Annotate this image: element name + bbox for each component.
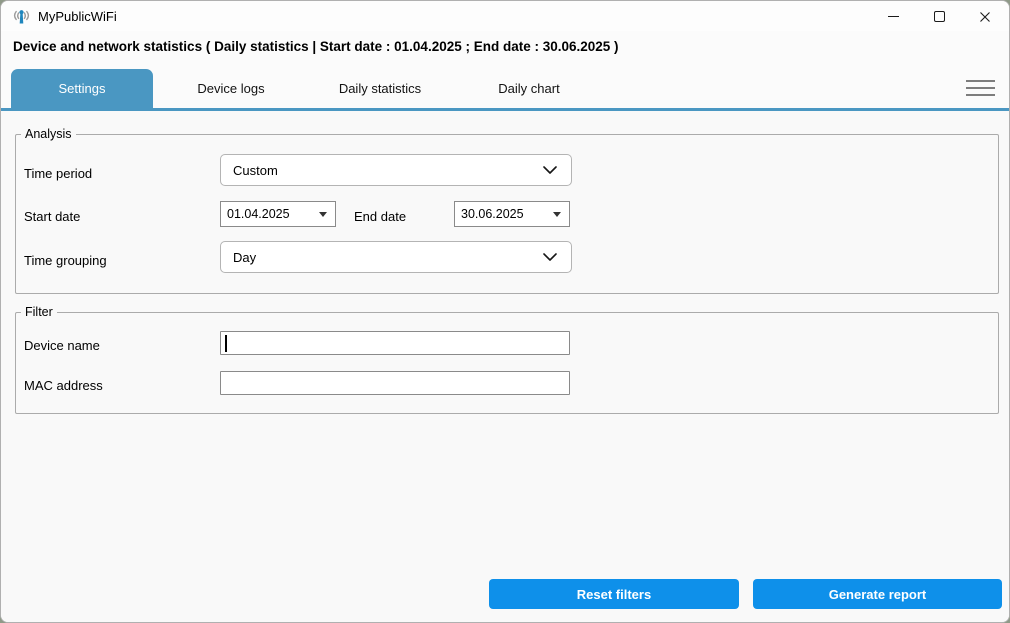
filter-group: Filter Device name MAC address: [15, 312, 999, 414]
analysis-group-legend: Analysis: [21, 126, 76, 142]
generate-report-button[interactable]: Generate report: [753, 579, 1002, 609]
settings-panel: Analysis Time period Custom Start date 0…: [1, 111, 1009, 622]
tab-daily-statistics[interactable]: Daily statistics: [309, 69, 451, 108]
tab-label: Daily chart: [498, 81, 559, 96]
time-period-select[interactable]: Custom: [220, 154, 572, 186]
text-caret: [225, 335, 227, 352]
time-grouping-value: Day: [233, 250, 543, 265]
tab-bar: Settings Device logs Daily statistics Da…: [1, 69, 1009, 111]
chevron-down-icon: [543, 166, 557, 174]
tab-label: Device logs: [197, 81, 264, 96]
tab-device-logs[interactable]: Device logs: [160, 69, 302, 108]
maximize-icon: [934, 11, 945, 22]
tab-label: Settings: [59, 81, 106, 96]
time-period-value: Custom: [233, 163, 543, 178]
time-grouping-select[interactable]: Day: [220, 241, 572, 273]
start-date-picker[interactable]: 01.04.2025: [220, 201, 336, 227]
filter-group-legend: Filter: [21, 304, 57, 320]
tab-daily-chart[interactable]: Daily chart: [458, 69, 600, 108]
close-button[interactable]: [962, 2, 1008, 31]
close-icon: [979, 11, 991, 23]
end-date-value: 30.06.2025: [461, 207, 553, 221]
app-title: MyPublicWiFi: [38, 9, 117, 24]
page-title: Device and network statistics ( Daily st…: [13, 39, 619, 54]
app-window: MyPublicWiFi Device and network statisti…: [0, 0, 1010, 623]
mac-address-input[interactable]: [220, 371, 570, 395]
wifi-antenna-icon: [11, 6, 31, 26]
dropdown-arrow-icon: [319, 212, 327, 217]
dropdown-arrow-icon: [553, 212, 561, 217]
minimize-button[interactable]: [870, 2, 916, 31]
title-bar: MyPublicWiFi: [1, 1, 1009, 31]
tab-label: Daily statistics: [339, 81, 421, 96]
window-controls: [870, 2, 1008, 31]
time-grouping-label: Time grouping: [24, 253, 107, 268]
end-date-picker[interactable]: 30.06.2025: [454, 201, 570, 227]
time-period-label: Time period: [24, 166, 92, 181]
maximize-button[interactable]: [916, 2, 962, 31]
device-name-input[interactable]: [220, 331, 570, 355]
reset-filters-button[interactable]: Reset filters: [489, 579, 739, 609]
tab-settings[interactable]: Settings: [11, 69, 153, 108]
end-date-label: End date: [354, 209, 406, 224]
analysis-group: Analysis Time period Custom Start date 0…: [15, 134, 999, 294]
minimize-icon: [888, 16, 899, 17]
chevron-down-icon: [543, 253, 557, 261]
hamburger-menu-icon[interactable]: [966, 80, 995, 97]
start-date-label: Start date: [24, 209, 80, 224]
start-date-value: 01.04.2025: [227, 207, 319, 221]
mac-address-label: MAC address: [24, 378, 103, 393]
device-name-label: Device name: [24, 338, 100, 353]
